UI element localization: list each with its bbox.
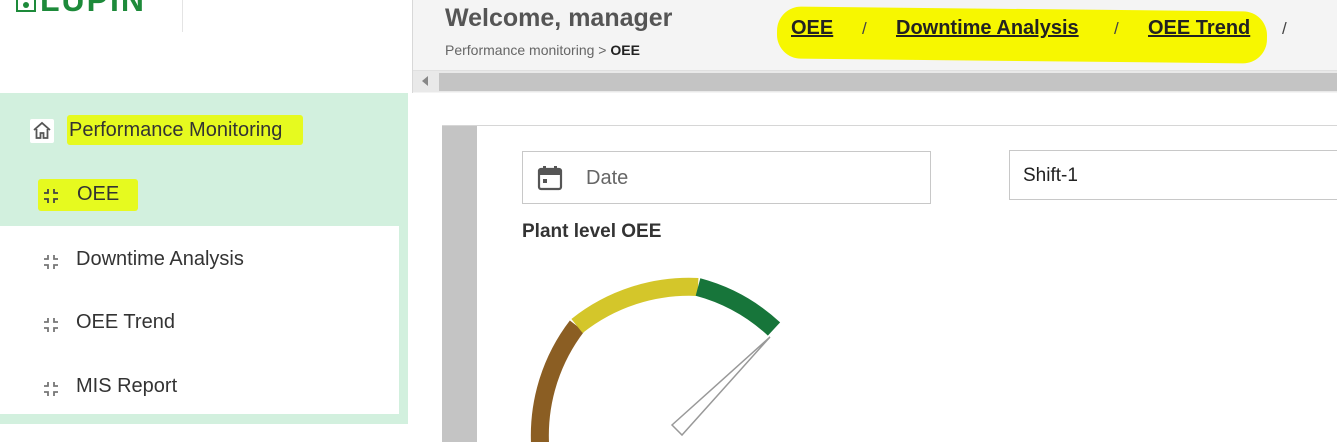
shift-select[interactable]: Shift-1 (1009, 150, 1337, 200)
date-placeholder: Date (586, 167, 629, 189)
logo-area: LUPIN (0, 0, 412, 93)
horizontal-scrollbar[interactable] (413, 70, 1337, 92)
logo: LUPIN (40, 0, 146, 18)
gauge-segment-high (695, 278, 781, 336)
sidebar-item-label: OEE Trend (76, 311, 175, 333)
sidebar-item-oee-trend[interactable]: OEE Trend (0, 303, 399, 343)
shrink-arrows-icon (42, 253, 60, 271)
welcome-title: Welcome, manager (445, 4, 673, 32)
calendar-icon[interactable] (537, 165, 563, 191)
shrink-arrows-icon (42, 187, 60, 205)
gauge-segment-mid (571, 277, 699, 334)
sidebar: Performance Monitoring OEE Downtime Anal… (0, 93, 408, 424)
sidebar-section-label: Performance Monitoring (69, 119, 283, 141)
shrink-arrows-icon (42, 316, 60, 334)
sidebar-item-oee[interactable]: OEE (0, 175, 399, 215)
nav-link-oee-trend[interactable]: OEE Trend (1148, 17, 1250, 40)
sidebar-item-mis-report[interactable]: MIS Report (0, 367, 399, 407)
breadcrumb-current: OEE (610, 42, 640, 58)
breadcrumb: Performance monitoring > OEE (445, 42, 640, 58)
nav-separator: / (1282, 19, 1287, 38)
scroll-left-icon[interactable] (422, 76, 428, 86)
panel-title: Plant level OEE (522, 221, 662, 242)
nav-link-oee[interactable]: OEE (791, 17, 833, 40)
nav-link-downtime-analysis[interactable]: Downtime Analysis (896, 17, 1079, 40)
oee-gauge (530, 277, 781, 442)
logo-icon (16, 0, 36, 12)
header: Welcome, manager Performance monitoring … (412, 0, 1337, 93)
gauge-segment-low (530, 320, 585, 442)
home-icon (30, 119, 54, 143)
breadcrumb-separator: > (598, 42, 607, 58)
shrink-arrows-icon (42, 380, 60, 398)
content-side-bar (442, 126, 477, 442)
logo-divider (182, 0, 183, 32)
main-content: Date Shift-1 Plant level OEE (442, 125, 1337, 442)
sidebar-section-performance-monitoring[interactable]: Performance Monitoring (0, 111, 399, 153)
date-picker[interactable]: Date (522, 151, 931, 204)
scrollbar-thumb[interactable] (439, 73, 1337, 91)
nav-separator: / (862, 19, 867, 38)
nav-separator: / (1114, 19, 1119, 38)
sidebar-item-label: Downtime Analysis (76, 248, 244, 270)
sidebar-item-label: MIS Report (76, 375, 178, 397)
sidebar-submenu: Downtime Analysis OEE Trend MIS Report (0, 226, 399, 414)
sidebar-item-downtime-analysis[interactable]: Downtime Analysis (0, 240, 399, 280)
gauge-needle (670, 336, 771, 437)
shift-value: Shift-1 (1023, 165, 1078, 186)
breadcrumb-parent[interactable]: Performance monitoring (445, 42, 594, 58)
sidebar-item-label: OEE (77, 183, 120, 205)
